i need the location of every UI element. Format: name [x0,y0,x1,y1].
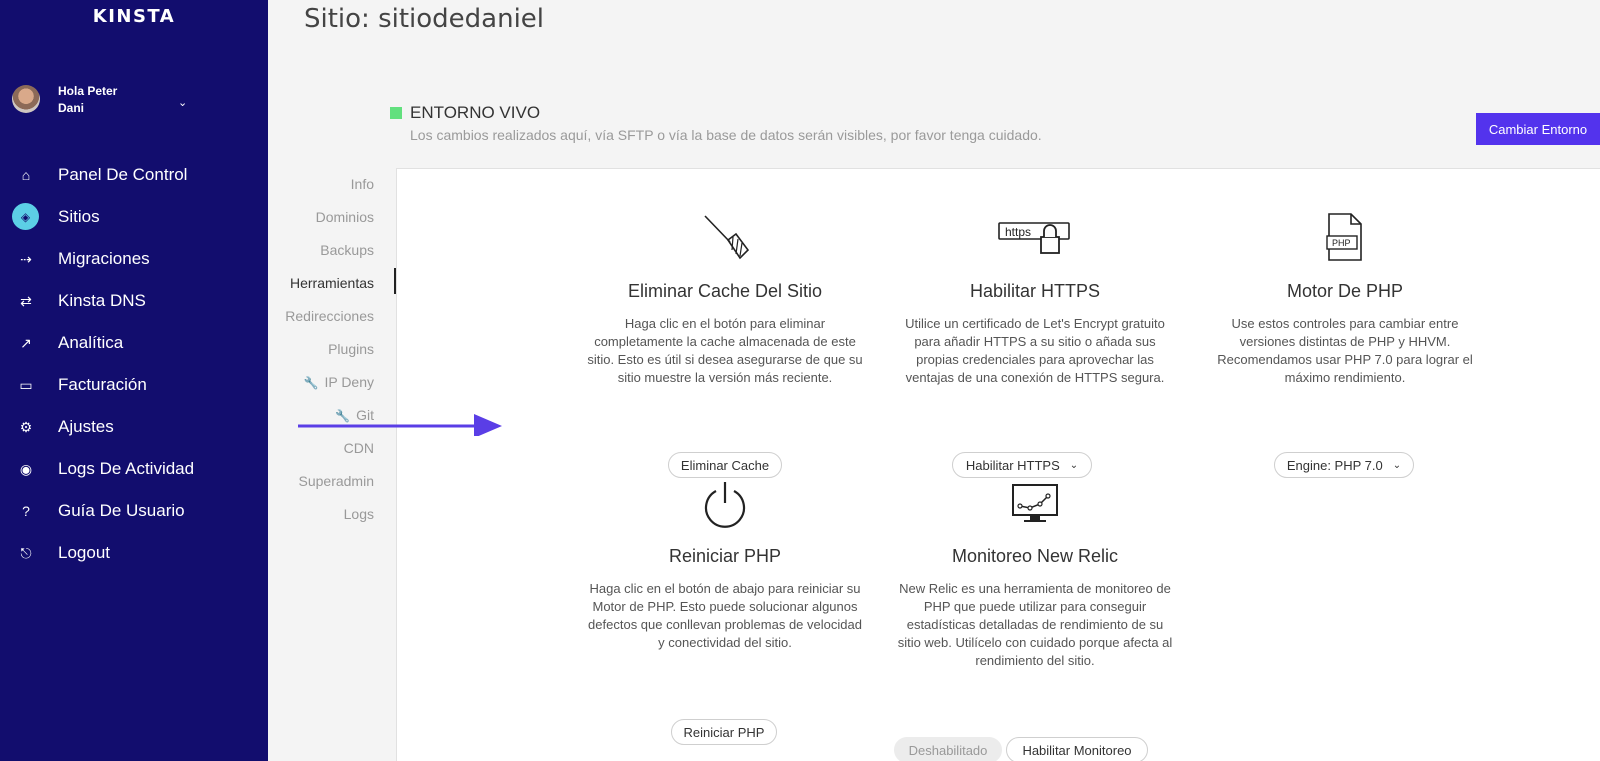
tools-panel: Eliminar Cache Del Sitio Haga clic en el… [396,168,1600,761]
sites-icon: ◈ [12,203,39,230]
subnav-item-label: Superadmin [298,473,375,489]
eye-icon: ◉ [19,460,33,477]
kinsta-logo[interactable]: KINSTA [0,6,268,27]
https-label: https [1005,225,1031,239]
card-description: Utilice un certificado de Let's Encrypt … [905,316,1165,385]
nav-item-label: Sitios [58,207,100,226]
subnav-item-dominios[interactable]: Dominios [285,209,374,242]
nav-item-label: Ajustes [58,417,114,436]
card-description: Haga clic en el botón para eliminar comp… [587,316,863,385]
user-name: Dani [58,101,85,115]
logout-icon: ⎋ [20,544,32,561]
nav-item-kinsta-dns[interactable]: ⇄ Kinsta DNS [0,280,268,322]
subnav-item-herramientas[interactable]: Herramientas [285,275,374,308]
subnav-item-label: CDN [343,440,374,456]
page-title: Sitio: sitiodedaniel [304,4,545,34]
nav-item-label: Analítica [58,333,124,352]
nav-item-sitios[interactable]: ◈ Sitios [0,196,268,238]
avatar [12,85,40,113]
power-icon [685,476,765,532]
nav-item-label: Kinsta DNS [58,291,146,310]
billing-icon: ▭ [19,376,33,393]
dns-icon: ⇄ [20,292,32,309]
subnav-item-label: IP Deny [324,374,374,390]
help-icon: ? [22,503,30,519]
chevron-down-icon: ⌄ [1392,459,1402,471]
subnav-item-logs[interactable]: Logs [285,506,374,539]
php-label: PHP [1332,238,1351,248]
user-menu[interactable]: Hola Peter Dani ⌄ [12,84,198,116]
nav-item-facturación[interactable]: ▭ Facturación [0,364,268,406]
subnav-item-label: Info [350,176,374,192]
php-engine-dropdown[interactable]: Engine: PHP 7.0 ⌄ [1274,452,1414,478]
environment-title: ENTORNO VIVO [410,103,541,122]
nav-item-label: Logs De Actividad [58,459,195,478]
environment-status-indicator [390,107,402,119]
card-title: Habilitar HTTPS [969,281,1101,301]
nav-item-analítica[interactable]: ↗ Analítica [0,322,268,364]
php-engine-label: Engine: PHP 7.0 [1286,457,1383,473]
subnav-item-info[interactable]: Info [285,176,374,209]
card-title: Motor De PHP [1286,281,1404,301]
subnav-item-label: Backups [320,242,374,258]
card-title: Eliminar Cache Del Sitio [627,281,823,301]
wrench-icon: 🔧 [303,376,319,390]
settings-icon: ⚙ [19,418,33,435]
enable-monitoring-button[interactable]: Habilitar Monitoreo [1006,737,1148,761]
card-title: Reiniciar PHP [668,546,782,566]
nav-item-label: Migraciones [58,249,150,268]
subnav-item-label: Redirecciones [285,308,374,324]
monitoring-status-button: Deshabilitado [894,737,1002,761]
annotation-arrow [298,414,502,436]
subnav-item-cdn[interactable]: CDN [285,440,374,473]
nav-item-logs-de-actividad[interactable]: ◉ Logs De Actividad [0,448,268,490]
subnav-item-label: Logs [343,506,374,522]
main-nav: ⌂ Panel De Control ◈ Sitios ⇢ Migraciones ⇄ Kin… [0,154,268,574]
subnav-item-redirecciones[interactable]: Redirecciones [285,308,374,341]
home-icon: ⌂ [21,167,31,183]
monitor-chart-icon [995,476,1075,532]
restart-php-button[interactable]: Reiniciar PHP [671,719,777,745]
nav-item-ajustes[interactable]: ⚙ Ajustes [0,406,268,448]
nav-item-guía-de-usuario[interactable]: ? Guía De Usuario [0,490,268,532]
analytics-icon: ↗ [20,334,32,351]
subnav-item-ip-deny[interactable]: 🔧 IP Deny [285,374,375,407]
environment-description: Los cambios realizados aquí, vía SFTP o … [410,127,1042,143]
card-description: New Relic es una herramienta de monitore… [897,581,1173,668]
nav-item-logout[interactable]: ⎋ Logout [0,532,268,574]
switch-environment-button[interactable]: Cambiar Entorno [1476,113,1600,145]
broom-icon [685,209,765,265]
sidebar: KINSTA Hola Peter Dani ⌄ ⌂ Panel De Contr… [0,0,268,761]
subnav-item-plugins[interactable]: Plugins [285,341,374,374]
subnav-item-backups[interactable]: Backups [285,242,374,275]
card-description: Use estos controles para cambiar entre v… [1217,316,1473,385]
subnav-item-label: Plugins [328,341,374,357]
subnav-item-label: Dominios [315,209,374,225]
nav-item-migraciones[interactable]: ⇢ Migraciones [0,238,268,280]
subnav-item-superadmin[interactable]: Superadmin [285,473,375,506]
https-lock-icon: https [995,209,1075,265]
nav-item-label: Logout [58,543,110,562]
nav-item-label: Guía De Usuario [58,501,185,520]
chevron-down-icon: ⌄ [1069,459,1079,471]
enable-https-dropdown[interactable]: Habilitar HTTPS ⌄ [952,452,1092,478]
site-subnav: Info Dominios Backups Herramientas Redirecci… [285,176,374,539]
nav-item-label: Panel De Control [58,165,188,184]
user-greeting: Hola Peter [58,84,118,98]
card-description: Haga clic en el botón de abajo para rein… [588,581,862,650]
migrations-icon: ⇢ [20,250,32,267]
subnav-item-label: Herramientas [289,275,374,291]
php-file-icon: PHP [1305,209,1385,265]
chevron-down-icon[interactable]: ⌄ [178,96,187,109]
nav-item-label: Facturación [58,375,147,394]
nav-item-panel-de-control[interactable]: ⌂ Panel De Control [0,154,268,196]
clear-cache-button[interactable]: Eliminar Cache [668,452,782,478]
enable-https-label: Habilitar HTTPS [965,457,1060,473]
card-title: Monitoreo New Relic [951,546,1119,566]
